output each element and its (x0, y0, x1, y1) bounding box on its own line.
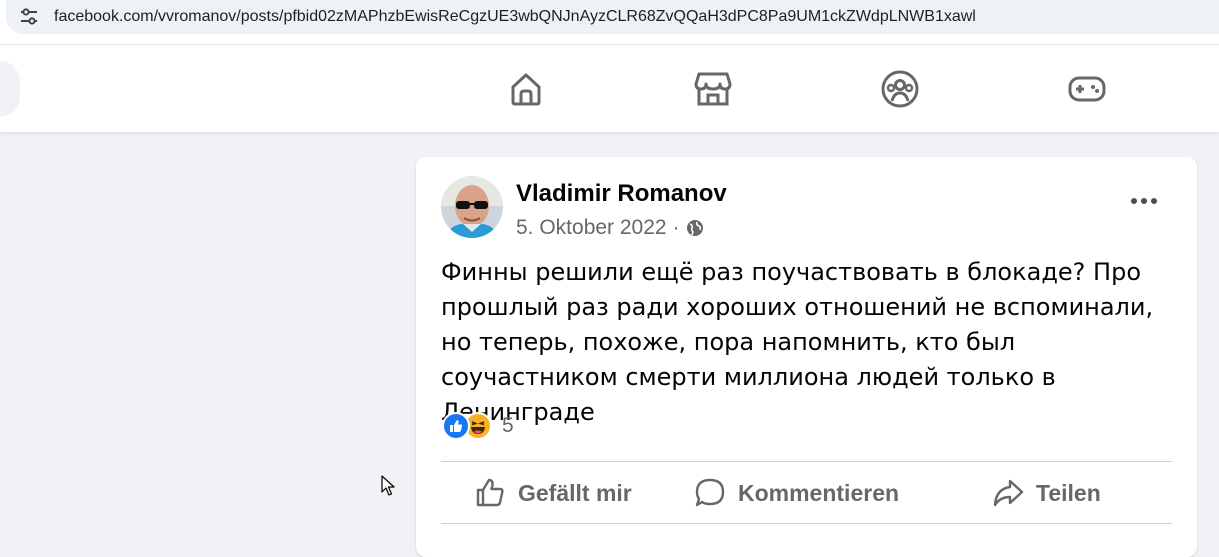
search-button[interactable] (0, 61, 20, 117)
browser-address-bar: facebook.com/vvromanov/posts/pfbid02zMAP… (0, 0, 1219, 45)
comment-button[interactable]: Kommentieren (694, 477, 899, 509)
share-icon (993, 479, 1024, 507)
gaming-icon[interactable] (1065, 67, 1109, 111)
share-label: Teilen (1036, 479, 1101, 506)
post-card: Vladimir Romanov 5. Oktober 2022 · Финны… (416, 157, 1197, 557)
home-icon[interactable] (504, 67, 548, 111)
thumbs-up-icon (476, 478, 504, 507)
like-button[interactable]: Gefällt mir (474, 477, 632, 509)
avatar[interactable] (441, 176, 503, 238)
url-text[interactable]: facebook.com/vvromanov/posts/pfbid02zMAP… (54, 8, 976, 26)
dot (1141, 198, 1147, 204)
more-options-button[interactable] (1129, 191, 1159, 211)
post-author[interactable]: Vladimir Romanov (516, 180, 727, 208)
meta-separator: · (672, 216, 680, 239)
post-actions: Gefällt mir Kommentieren Teilen (441, 462, 1172, 524)
marketplace-icon[interactable] (691, 67, 735, 111)
top-navigation (0, 45, 1219, 132)
dot (1151, 198, 1157, 204)
post-meta: 5. Oktober 2022 · (516, 216, 704, 240)
tune-icon[interactable] (18, 6, 40, 28)
globe-icon (686, 219, 704, 237)
groups-icon[interactable] (878, 67, 922, 111)
post-date[interactable]: 5. Oktober 2022 (516, 216, 667, 240)
like-label: Gefällt mir (518, 479, 632, 506)
address-field[interactable]: facebook.com/vvromanov/posts/pfbid02zMAP… (6, 0, 1219, 34)
reactions-summary[interactable]: 5 (442, 412, 514, 440)
comment-icon (695, 478, 725, 507)
share-button[interactable]: Teilen (992, 477, 1101, 509)
divider (441, 523, 1172, 524)
like-reaction-icon (442, 412, 470, 440)
reaction-count[interactable]: 5 (502, 414, 514, 438)
dot (1131, 198, 1137, 204)
post-text: Финны решили ещё раз поучаствовать в бло… (441, 258, 1154, 426)
comment-label: Kommentieren (738, 479, 900, 506)
mouse-cursor-icon (381, 475, 395, 496)
